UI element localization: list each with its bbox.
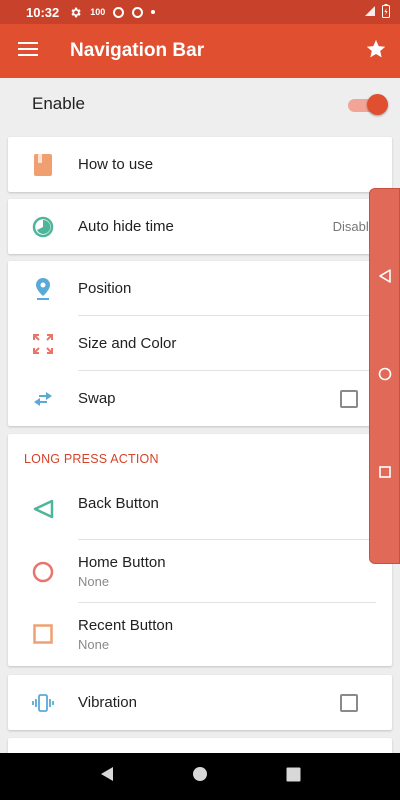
- swap-arrows-icon: [8, 391, 78, 407]
- vibration-checkbox[interactable]: [340, 693, 358, 712]
- status-bar: 10:32 100: [0, 0, 400, 24]
- map-pin-icon: [8, 277, 78, 300]
- floating-nav-panel[interactable]: [369, 188, 400, 564]
- how-to-use-label: How to use: [78, 156, 154, 173]
- position-item[interactable]: Position: [8, 261, 392, 316]
- auto-hide-label: Auto hide time: [78, 218, 174, 235]
- nav-home-icon[interactable]: [192, 766, 208, 787]
- recent-button-value: None: [78, 636, 110, 652]
- panel-home-icon[interactable]: [378, 367, 392, 386]
- star-icon: [365, 38, 387, 65]
- how-to-use-card: How to use: [8, 137, 392, 192]
- timer-icon: [8, 216, 78, 238]
- home-button-value: None: [78, 574, 110, 589]
- size-and-color-label: Size and Color: [78, 335, 177, 352]
- settings-card: Position Size and Color Swap: [8, 261, 392, 426]
- nav-recent-icon[interactable]: [286, 767, 301, 787]
- favorite-button[interactable]: [352, 24, 400, 78]
- status-indicator-100: 100: [90, 7, 106, 17]
- square-recent-icon: [8, 624, 78, 644]
- resize-icon: [8, 333, 78, 354]
- status-time: 10:32: [26, 4, 60, 20]
- long-press-card: LONG PRESS ACTION Back Button Home Butto…: [8, 434, 392, 666]
- settings-gear-icon: [69, 6, 82, 19]
- panel-back-icon[interactable]: [378, 268, 392, 288]
- swap-checkbox[interactable]: [340, 389, 358, 408]
- book-icon: [8, 153, 78, 176]
- swap-checkbox-wrap: [340, 389, 358, 408]
- menu-button[interactable]: [0, 24, 56, 78]
- auto-hide-item[interactable]: Auto hide time Disable: [8, 199, 392, 254]
- swap-item[interactable]: Swap: [8, 371, 392, 426]
- triangle-back-icon: [8, 499, 78, 519]
- nav-back-icon[interactable]: [99, 766, 115, 787]
- back-button-label: Back Button: [78, 494, 159, 512]
- auto-hide-card: Auto hide time Disable: [8, 199, 392, 254]
- vibration-card: Vibration: [8, 675, 392, 730]
- battery-icon: [382, 3, 390, 21]
- signal-icon: [364, 5, 376, 20]
- size-and-color-item[interactable]: Size and Color: [8, 316, 392, 371]
- enable-toggle[interactable]: [348, 94, 388, 115]
- position-label: Position: [78, 280, 132, 297]
- vibration-checkbox-wrap: [340, 693, 358, 712]
- vibration-item[interactable]: Vibration: [8, 675, 392, 730]
- vibration-icon: [8, 693, 78, 712]
- recent-button-label: Recent Button: [78, 616, 174, 634]
- system-nav-bar: [0, 753, 400, 800]
- panel-recent-icon[interactable]: [378, 465, 392, 484]
- section-header: LONG PRESS ACTION: [24, 452, 159, 466]
- enable-label: Enable: [32, 94, 85, 113]
- vibration-label: Vibration: [78, 694, 137, 711]
- how-to-use-item[interactable]: How to use: [8, 137, 392, 192]
- enable-row[interactable]: Enable: [0, 78, 400, 130]
- hamburger-menu-icon: [18, 41, 38, 62]
- home-button-item[interactable]: Home Button None: [8, 540, 392, 603]
- app-title: Navigation Bar: [70, 40, 205, 61]
- toggle-thumb: [367, 94, 388, 115]
- back-button-item[interactable]: Back Button: [8, 478, 392, 540]
- status-circle-icon: [113, 6, 125, 18]
- status-circle-icon: [132, 6, 144, 18]
- app-bar: Navigation Bar: [0, 24, 400, 78]
- swap-label: Swap: [78, 390, 116, 407]
- circle-home-icon: [8, 561, 78, 583]
- recent-button-item[interactable]: Recent Button None: [8, 603, 392, 665]
- notification-dot-icon: [151, 10, 156, 14]
- home-button-label: Home Button: [78, 554, 166, 571]
